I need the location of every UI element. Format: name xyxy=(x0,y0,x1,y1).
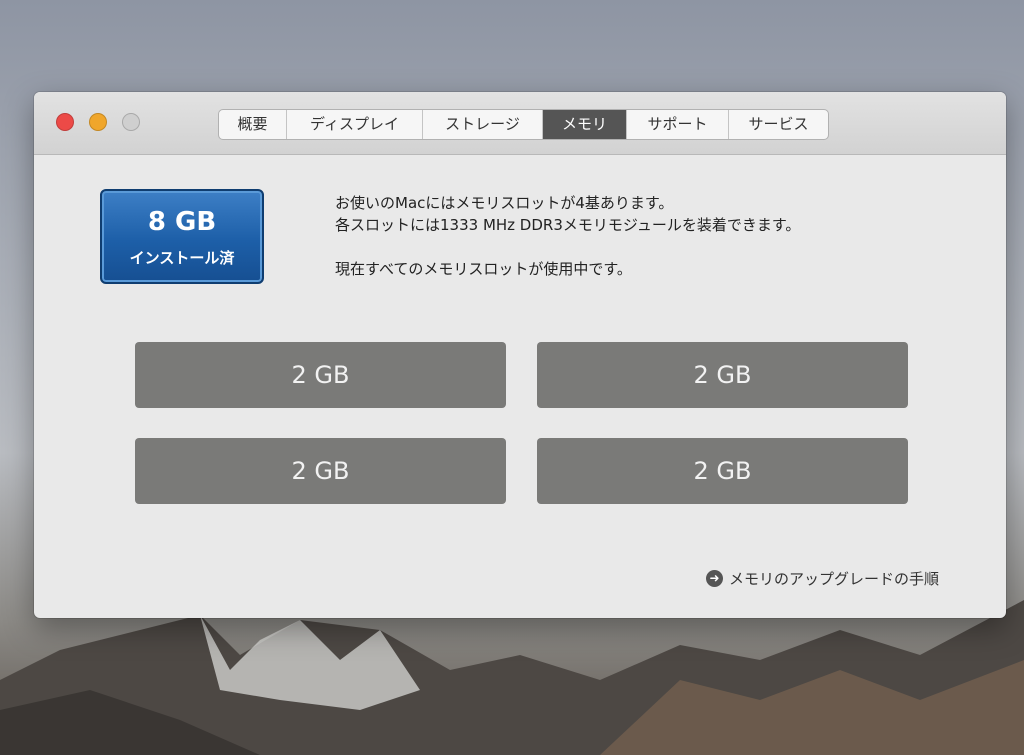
minimize-button[interactable] xyxy=(89,113,107,131)
window-titlebar: 概要 ディスプレイ ストレージ メモリ サポート サービス xyxy=(34,92,1006,155)
tab-displays[interactable]: ディスプレイ xyxy=(287,110,423,139)
memory-slot-1: 2 GB xyxy=(135,342,506,408)
tab-support[interactable]: サポート xyxy=(627,110,729,139)
tab-overview[interactable]: 概要 xyxy=(219,110,287,139)
zoom-button[interactable] xyxy=(122,113,140,131)
memory-info-text: お使いのMacにはメモリスロットが4基あります。 各スロットには1333 MHz… xyxy=(335,192,800,280)
tab-bar: 概要 ディスプレイ ストレージ メモリ サポート サービス xyxy=(218,109,829,140)
close-button[interactable] xyxy=(56,113,74,131)
module-spec-text: 各スロットには1333 MHz DDR3メモリモジュールを装着できます。 xyxy=(335,216,801,234)
memory-slot-3: 2 GB xyxy=(135,438,506,504)
arrow-right-circle-icon: ➜ xyxy=(706,569,723,587)
tab-service[interactable]: サービス xyxy=(729,110,828,139)
tab-memory[interactable]: メモリ xyxy=(543,110,627,139)
tab-storage[interactable]: ストレージ xyxy=(423,110,543,139)
installed-memory-badge: 8 GB インストール済 xyxy=(100,189,264,284)
about-this-mac-window: 概要 ディスプレイ ストレージ メモリ サポート サービス 8 GB インストー… xyxy=(34,92,1006,618)
installed-memory-size: 8 GB xyxy=(147,207,217,237)
memory-slot-2: 2 GB xyxy=(537,342,908,408)
slot-count-text: お使いのMacにはメモリスロットが4基あります。 xyxy=(335,194,674,212)
memory-slot-4: 2 GB xyxy=(537,438,908,504)
slots-in-use-text: 現在すべてのメモリスロットが使用中です。 xyxy=(335,260,632,278)
installed-memory-label: インストール済 xyxy=(129,249,235,267)
memory-upgrade-link[interactable]: ➜ メモリのアップグレードの手順 xyxy=(706,566,939,590)
memory-upgrade-link-label: メモリのアップグレードの手順 xyxy=(729,569,940,588)
